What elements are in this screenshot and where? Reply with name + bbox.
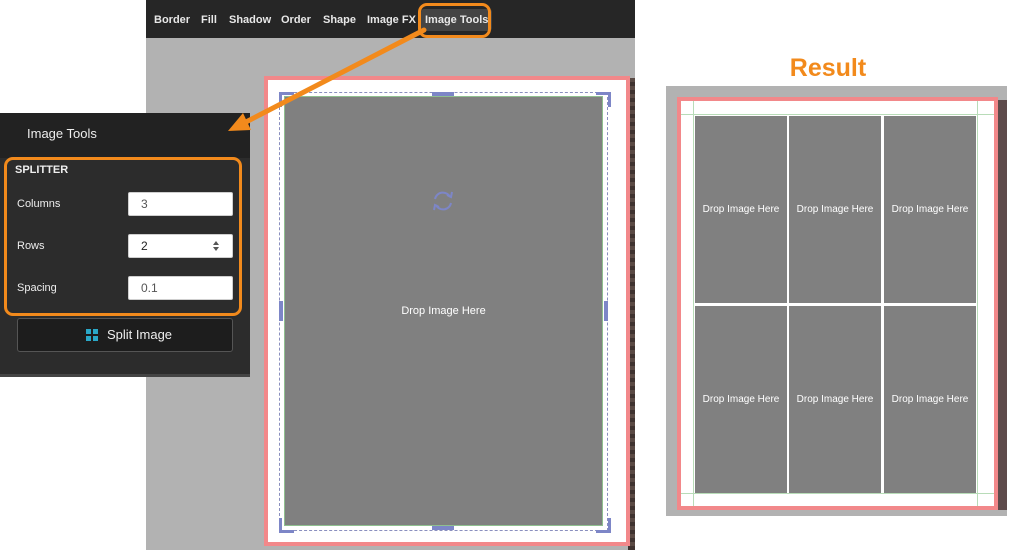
result-tile: Drop Image Here: [789, 306, 881, 493]
toolbar-image-fx[interactable]: Image FX: [367, 0, 416, 38]
rows-label: Rows: [17, 240, 45, 252]
grid-icon: [86, 329, 98, 341]
rotate-icon[interactable]: [430, 188, 456, 214]
drop-image-text: Drop Image Here: [891, 204, 969, 215]
resize-handle-top-left[interactable]: [279, 92, 294, 107]
guide-line: [681, 493, 994, 494]
rows-input[interactable]: 2: [128, 234, 233, 258]
top-toolbar: Border Fill Shadow Order Shape Image FX …: [146, 0, 635, 38]
drop-image-text: Drop Image Here: [702, 394, 780, 405]
toolbar-border[interactable]: Border: [154, 0, 190, 38]
result-heading: Result: [789, 54, 867, 82]
drop-image-text: Drop Image Here: [796, 394, 874, 405]
toolbar-shadow[interactable]: Shadow: [229, 0, 271, 38]
result-tile: Drop Image Here: [789, 116, 881, 303]
panel-title: Image Tools: [27, 126, 97, 141]
resize-handle-bottom[interactable]: [432, 526, 454, 530]
guide-line: [977, 101, 978, 506]
spinner-arrows-icon[interactable]: [212, 240, 220, 252]
result-tile: Drop Image Here: [884, 116, 976, 303]
result-tile: Drop Image Here: [884, 306, 976, 493]
drop-image-text: Drop Image Here: [401, 305, 486, 317]
resize-handle-right[interactable]: [604, 301, 608, 321]
splitter-section-title: SPLITTER: [15, 164, 69, 176]
rows-value: 2: [141, 239, 148, 253]
toolbar-shape[interactable]: Shape: [323, 0, 356, 38]
split-image-button[interactable]: Split Image: [17, 318, 233, 352]
resize-handle-top[interactable]: [432, 92, 454, 96]
resize-handle-bottom-left[interactable]: [279, 518, 294, 533]
drop-image-text: Drop Image Here: [891, 394, 969, 405]
result-edge-strip: [998, 100, 1007, 510]
result-tile: Drop Image Here: [695, 116, 787, 303]
columns-input[interactable]: 3: [128, 192, 233, 216]
result-tile: Drop Image Here: [695, 306, 787, 493]
columns-label: Columns: [17, 198, 61, 210]
spacing-label: Spacing: [17, 282, 57, 294]
drop-image-text: Drop Image Here: [796, 204, 874, 215]
spacing-input[interactable]: 0.1: [128, 276, 233, 300]
resize-handle-top-right[interactable]: [596, 92, 611, 107]
guide-line: [693, 101, 694, 506]
drop-image-text: Drop Image Here: [702, 204, 780, 215]
toolbar-highlight-callout: [418, 3, 491, 38]
resize-handle-left[interactable]: [279, 301, 283, 321]
image-placeholder[interactable]: Drop Image Here: [284, 96, 603, 526]
toolbar-fill[interactable]: Fill: [201, 0, 217, 38]
guide-line: [681, 114, 994, 115]
resize-handle-bottom-right[interactable]: [596, 518, 611, 533]
toolbar-order[interactable]: Order: [281, 0, 311, 38]
split-image-label: Split Image: [107, 327, 173, 342]
